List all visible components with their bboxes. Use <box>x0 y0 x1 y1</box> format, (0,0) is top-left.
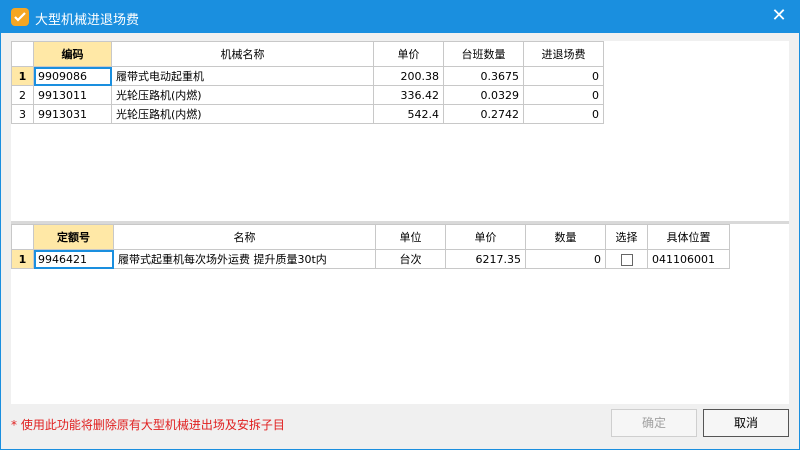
location-header[interactable]: 具体位置 <box>647 224 730 250</box>
shift-quantity-cell[interactable]: 0.2742 <box>443 104 524 124</box>
name-header[interactable]: 名称 <box>113 224 376 250</box>
location-cell[interactable]: 041106001 <box>647 249 730 269</box>
machinery-pane: 编码 机械名称 单价 台班数量 进退场费 1 9909086 履带式电动起重机 … <box>11 41 789 221</box>
unit-price-cell[interactable]: 6217.35 <box>445 249 526 269</box>
row-number: 2 <box>11 85 34 105</box>
entry-exit-fee-cell[interactable]: 0 <box>523 66 604 86</box>
row-number: 1 <box>11 249 34 269</box>
quota-pane: 定额号 名称 单位 单价 数量 选择 具体位置 1 9946421 履带式起重机… <box>11 224 789 404</box>
app-icon <box>11 8 29 26</box>
machine-name-cell[interactable]: 光轮压路机(内燃) <box>111 104 374 124</box>
row-number: 3 <box>11 104 34 124</box>
select-cell[interactable] <box>605 249 648 269</box>
quantity-header[interactable]: 数量 <box>525 224 606 250</box>
name-cell[interactable]: 履带式起重机每次场外运费 提升质量30t内 <box>113 249 376 269</box>
title-bar: 大型机械进退场费 ✕ <box>1 1 799 33</box>
machinery-table: 编码 机械名称 单价 台班数量 进退场费 1 9909086 履带式电动起重机 … <box>11 41 604 124</box>
unit-price-cell[interactable]: 542.4 <box>373 104 444 124</box>
code-cell[interactable]: 9909086 <box>33 66 112 86</box>
entry-exit-fee-cell[interactable]: 0 <box>523 104 604 124</box>
dialog-window: 大型机械进退场费 ✕ 编码 机械名称 单价 台班数量 进退场费 1 990908… <box>0 0 800 450</box>
ok-button[interactable]: 确定 <box>611 409 697 437</box>
shift-quantity-cell[interactable]: 0.3675 <box>443 66 524 86</box>
table-row[interactable]: 1 9909086 履带式电动起重机 200.38 0.3675 0 <box>11 66 604 86</box>
unit-price-header[interactable]: 单价 <box>445 224 526 250</box>
row-number-header <box>11 41 34 67</box>
select-header[interactable]: 选择 <box>605 224 648 250</box>
unit-header[interactable]: 单位 <box>375 224 446 250</box>
quota-table: 定额号 名称 单位 单价 数量 选择 具体位置 1 9946421 履带式起重机… <box>11 224 730 269</box>
unit-price-cell[interactable]: 200.38 <box>373 66 444 86</box>
warning-note: * 使用此功能将删除原有大型机械进出场及安拆子目 <box>11 418 285 432</box>
machine-name-header[interactable]: 机械名称 <box>111 41 374 67</box>
row-number-header <box>11 224 34 250</box>
unit-price-header[interactable]: 单价 <box>373 41 444 67</box>
shift-quantity-cell[interactable]: 0.0329 <box>443 85 524 105</box>
table-row[interactable]: 1 9946421 履带式起重机每次场外运费 提升质量30t内 台次 6217.… <box>11 249 730 269</box>
machine-name-cell[interactable]: 光轮压路机(内燃) <box>111 85 374 105</box>
quantity-cell[interactable]: 0 <box>525 249 606 269</box>
entry-exit-fee-header[interactable]: 进退场费 <box>523 41 604 67</box>
entry-exit-fee-cell[interactable]: 0 <box>523 85 604 105</box>
table-row[interactable]: 2 9913011 光轮压路机(内燃) 336.42 0.0329 0 <box>11 85 604 105</box>
code-header[interactable]: 编码 <box>33 41 112 67</box>
select-checkbox[interactable] <box>620 253 633 266</box>
code-cell[interactable]: 9913011 <box>33 85 112 105</box>
table-row[interactable]: 3 9913031 光轮压路机(内燃) 542.4 0.2742 0 <box>11 104 604 124</box>
quota-number-header[interactable]: 定额号 <box>33 224 114 250</box>
row-number: 1 <box>11 66 34 86</box>
close-icon[interactable]: ✕ <box>769 6 789 26</box>
shift-quantity-header[interactable]: 台班数量 <box>443 41 524 67</box>
machine-name-cell[interactable]: 履带式电动起重机 <box>111 66 374 86</box>
unit-cell[interactable]: 台次 <box>375 249 446 269</box>
code-cell[interactable]: 9913031 <box>33 104 112 124</box>
cancel-button[interactable]: 取消 <box>703 409 789 437</box>
unit-price-cell[interactable]: 336.42 <box>373 85 444 105</box>
quota-number-cell[interactable]: 9946421 <box>33 249 114 269</box>
window-title: 大型机械进退场费 <box>35 13 140 28</box>
